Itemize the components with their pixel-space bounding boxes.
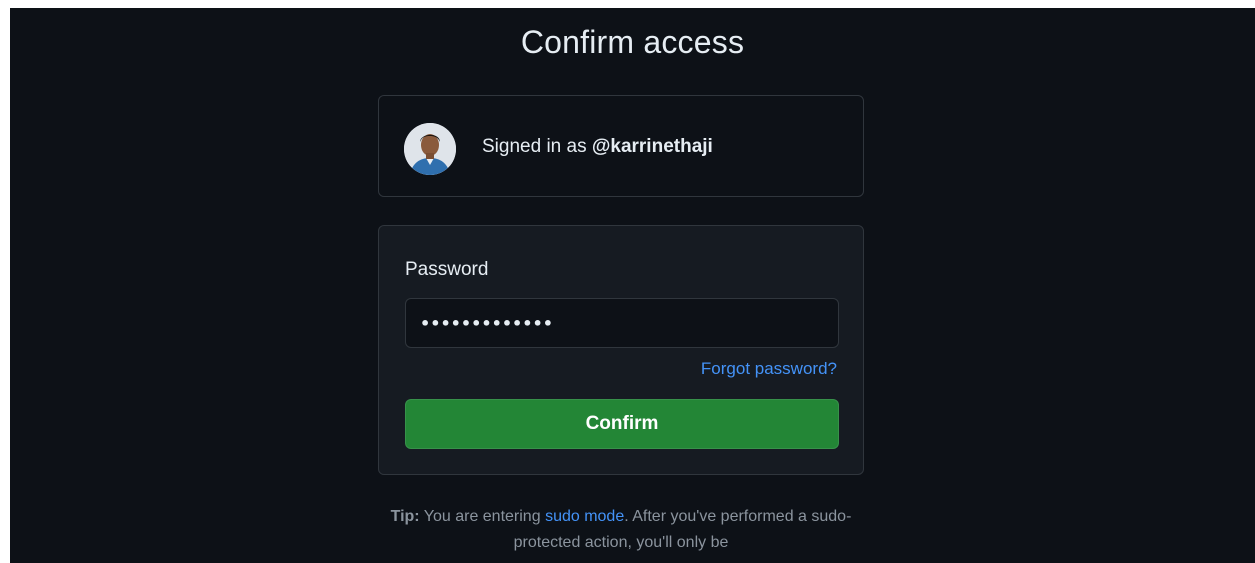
page-background: Confirm access Signed in as @karrinethaj…: [10, 8, 1255, 563]
sudo-mode-link[interactable]: sudo mode: [545, 508, 624, 525]
forgot-password-link[interactable]: Forgot password?: [701, 359, 837, 379]
page-title: Confirm access: [520, 24, 745, 60]
confirm-button[interactable]: Confirm: [405, 399, 839, 449]
user-avatar-icon: [404, 123, 456, 175]
tip-text-before: You are entering: [423, 508, 541, 525]
sudo-tip: Tip: You are entering sudo mode. After y…: [378, 504, 864, 556]
signed-in-prefix: Signed in as: [482, 136, 587, 157]
signed-in-card: Signed in as @karrinethaji: [378, 95, 864, 197]
password-input[interactable]: •••••••••••••: [405, 298, 839, 348]
avatar: [404, 123, 456, 175]
password-form: Password ••••••••••••• Forgot password? …: [378, 225, 864, 475]
tip-label: Tip:: [390, 508, 420, 525]
username: @karrinethaji: [591, 136, 713, 157]
password-label: Password: [405, 259, 489, 280]
signed-in-text: Signed in as @karrinethaji: [482, 136, 713, 158]
